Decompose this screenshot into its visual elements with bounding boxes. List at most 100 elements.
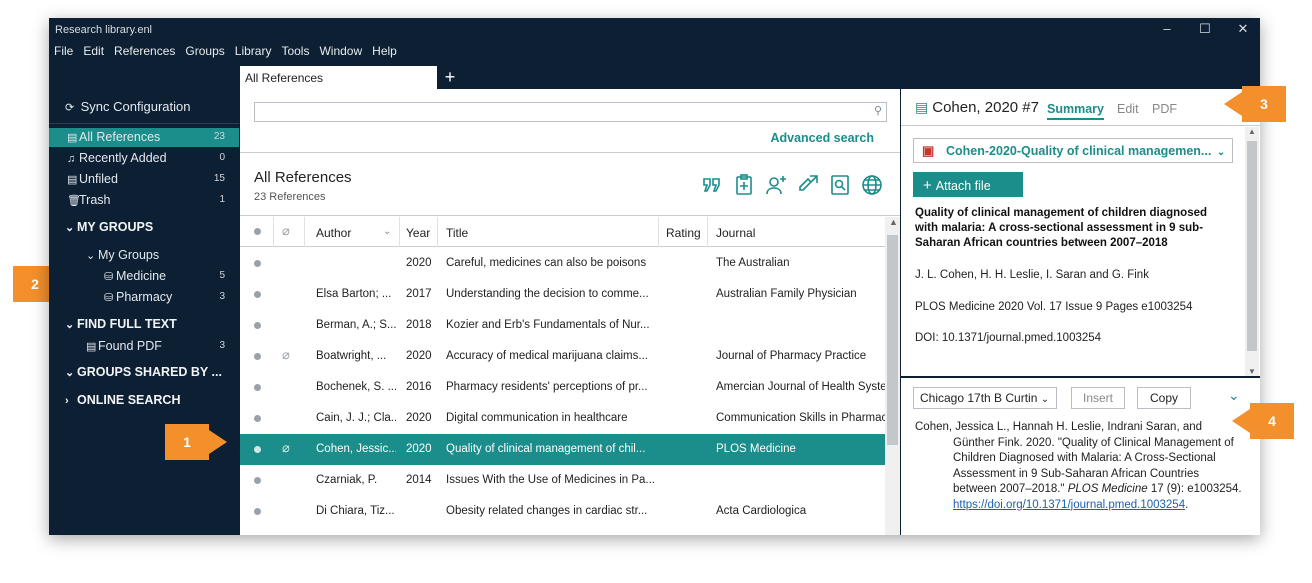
sidebar-item-trash[interactable]: 🗑︎Trash 1 (49, 191, 239, 210)
row-year: 2020 (406, 412, 432, 424)
copy-button[interactable]: Copy (1137, 387, 1191, 409)
sidebar-item-label: Recently Added (79, 151, 167, 165)
column-year[interactable]: Year (406, 226, 430, 240)
menu-window[interactable]: Window (314, 44, 367, 62)
search-input[interactable] (255, 103, 855, 121)
online-search-header[interactable]: › ONLINE SEARCH (65, 393, 180, 407)
divider (658, 217, 659, 247)
minimize-button[interactable]: – (1158, 21, 1176, 37)
table-row[interactable]: Elsa Barton; ... 2017 Understanding the … (240, 279, 885, 310)
maximize-button[interactable]: ☐ (1196, 21, 1214, 37)
divider (437, 217, 438, 247)
tab-summary[interactable]: Summary (1047, 102, 1104, 120)
menu-tools[interactable]: Tools (276, 44, 314, 62)
find-full-text-header-label: FIND FULL TEXT (77, 317, 177, 331)
row-author: Boatwright, ... (316, 350, 387, 362)
sidebar-item-recently-added[interactable]: ♫ Recently Added 0 (49, 149, 239, 168)
clipboard-icon: ▤ (67, 132, 78, 144)
tab-edit[interactable]: Edit (1117, 102, 1139, 116)
column-journal[interactable]: Journal (716, 226, 755, 240)
menu-groups[interactable]: Groups (180, 44, 229, 62)
sync-icon: ⟳ (65, 102, 75, 114)
menu-references[interactable]: References (109, 44, 180, 62)
unread-dot (254, 446, 261, 453)
column-rating[interactable]: Rating (666, 226, 701, 240)
menu-edit[interactable]: Edit (78, 44, 109, 62)
unread-dot (254, 384, 261, 391)
trash-icon: 🗑︎ (67, 195, 81, 207)
globe-icon[interactable] (860, 173, 884, 197)
scrollbar-thumb[interactable] (887, 235, 898, 445)
row-title: Pharmacy residents' perceptions of pr... (446, 381, 648, 393)
table-row[interactable]: ⌀ Boatwright, ... 2020 Accuracy of medic… (240, 341, 885, 372)
scroll-up-icon[interactable]: ▲ (889, 217, 898, 227)
menu-help[interactable]: Help (367, 44, 402, 62)
search-icon[interactable]: ⚲ (874, 104, 882, 117)
attach-file-button[interactable]: + Attach file (913, 172, 1023, 197)
divider (240, 152, 900, 153)
pdf-file-select[interactable]: ▣ Cohen-2020-Quality of clinical managem… (913, 138, 1233, 163)
close-button[interactable]: ✕ (1234, 21, 1252, 37)
sidebar-item-all-references[interactable]: ▤ All References 23 (49, 128, 239, 147)
sidebar-item-medicine[interactable]: ⛁ Medicine 5 (49, 267, 239, 286)
list-scrollbar[interactable]: ▲ (885, 217, 900, 535)
column-title[interactable]: Title (446, 226, 468, 240)
table-row[interactable]: Bochenek, S. ... 2016 Pharmacy residents… (240, 372, 885, 403)
row-author: Berman, A.; S... (316, 319, 396, 331)
unread-dot (254, 260, 261, 267)
table-row[interactable]: Di Chiara, Tiz... Obesity related change… (240, 496, 885, 527)
menu-library[interactable]: Library (230, 44, 277, 62)
summary-scrollbar[interactable]: ▲ ▼ (1245, 127, 1259, 376)
sidebar-item-my-groups[interactable]: ⌄ My Groups (49, 246, 239, 265)
tab-pdf[interactable]: PDF (1152, 102, 1177, 116)
advanced-search-link[interactable]: Advanced search (770, 131, 874, 145)
sort-chevron-icon[interactable]: ⌄ (383, 226, 391, 237)
share-user-icon[interactable] (764, 173, 788, 197)
divider (240, 215, 900, 216)
reference-summary-panel: ▤ Cohen, 2020 #7 Summary Edit PDF ▣ Cohen… (901, 89, 1260, 376)
row-author: Czarniak, P. (316, 474, 378, 486)
menu-file[interactable]: File (49, 44, 78, 62)
row-title: Kozier and Erb's Fundamentals of Nur... (446, 319, 650, 331)
insert-citation-icon[interactable] (700, 173, 724, 197)
find-pdf-icon[interactable] (828, 173, 852, 197)
search-field[interactable]: ⚲ (254, 102, 887, 122)
citation-text: 17 (9): e1003254. (1147, 483, 1242, 495)
find-full-text-header[interactable]: ⌄ FIND FULL TEXT (65, 317, 177, 331)
sidebar-item-unfiled[interactable]: ▤ Unfiled 15 (49, 170, 239, 189)
table-row[interactable]: Czarniak, P. 2014 Issues With the Use of… (240, 465, 885, 496)
sidebar-item-pharmacy[interactable]: ⛁ Pharmacy 3 (49, 288, 239, 307)
table-row[interactable]: 2020 Careful, medicines can also be pois… (240, 248, 885, 279)
divider (901, 125, 1260, 126)
sync-configuration[interactable]: ⟳ Sync Configuration (65, 99, 190, 114)
insert-button[interactable]: Insert (1071, 387, 1125, 409)
groups-shared-header[interactable]: ⌄ GROUPS SHARED BY ... (65, 365, 222, 379)
scrollbar-thumb[interactable] (1247, 141, 1257, 351)
title-bar: Research library.enl – ☐ ✕ (49, 18, 1260, 42)
row-year: 2018 (406, 319, 432, 331)
sidebar-item-count: 15 (213, 173, 225, 184)
citation-style-select[interactable]: Chicago 17th B Curtin ⌄ (913, 387, 1057, 409)
export-icon[interactable] (796, 173, 820, 197)
chevron-down-icon: ⌄ (65, 367, 75, 379)
add-tab-button[interactable]: + (437, 66, 463, 89)
paperclip-icon: ⌀ (282, 347, 290, 362)
paperclip-icon[interactable]: ⌀ (282, 223, 290, 239)
app-window: Research library.enl – ☐ ✕ File Edit Ref… (49, 18, 1260, 535)
unread-dot (254, 353, 261, 360)
new-reference-icon[interactable] (732, 173, 756, 197)
scroll-up-icon[interactable]: ▲ (1248, 127, 1256, 136)
my-groups-header[interactable]: ⌄ MY GROUPS (65, 220, 153, 234)
table-row[interactable]: Berman, A.; S... 2018 Kozier and Erb's F… (240, 310, 885, 341)
column-author[interactable]: Author (316, 226, 351, 240)
table-row-selected[interactable]: ⌀ Cohen, Jessic... 2020 Quality of clini… (240, 434, 885, 465)
row-author: Elsa Barton; ... (316, 288, 392, 300)
table-row[interactable]: Cain, J. J.; Cla... 2020 Digital communi… (240, 403, 885, 434)
scroll-down-icon[interactable]: ▼ (1248, 367, 1256, 376)
sidebar-item-found-pdf[interactable]: ▤ Found PDF 3 (49, 337, 239, 356)
doi-link[interactable]: https://doi.org/10.1371/journal.pmed.100… (953, 499, 1185, 511)
tab-all-references[interactable]: All References (240, 66, 437, 89)
row-journal: Communication Skills in Pharmac (716, 412, 885, 424)
read-status-column[interactable] (254, 228, 261, 235)
chevron-down-icon[interactable]: ⌄ (1228, 387, 1240, 404)
